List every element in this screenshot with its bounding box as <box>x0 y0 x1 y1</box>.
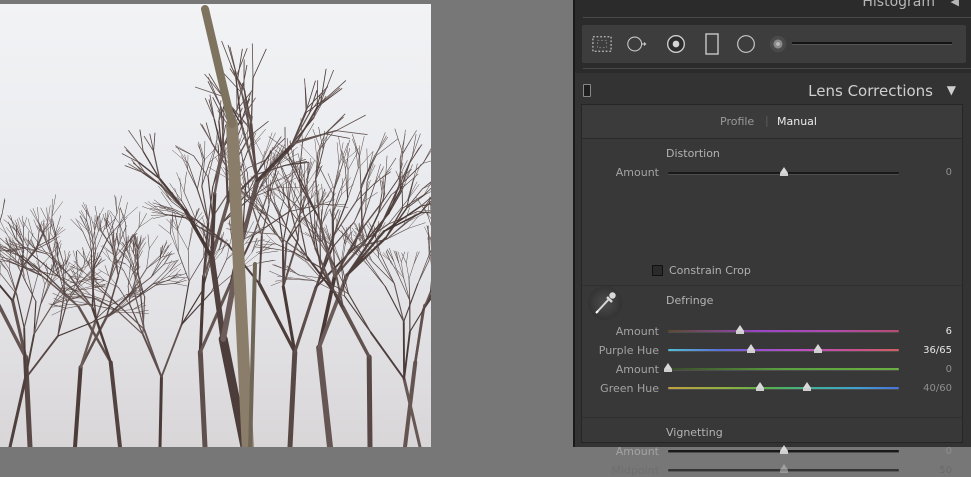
purple-hue-label: Purple Hue <box>588 344 659 357</box>
slider-thumb[interactable] <box>780 464 788 470</box>
triangle-down-icon[interactable]: ▼ <box>947 83 956 97</box>
distortion-amount-slider[interactable] <box>668 172 899 174</box>
slider-thumb-high[interactable] <box>814 344 822 350</box>
lens-corrections-panel: Lens Corrections ▼ Profile | Manual Dist… <box>575 73 971 447</box>
trees-image <box>0 4 431 447</box>
crop-overlay-icon[interactable] <box>592 34 612 54</box>
defringe-heading: Defringe <box>666 294 713 307</box>
green-hue-value[interactable]: 40/60 <box>902 383 952 394</box>
histogram-header[interactable]: Histogram ◀ <box>575 0 971 16</box>
right-panel: Histogram ◀ Lens Corrections ▼ Prof <box>573 0 971 447</box>
green-amount-value[interactable]: 0 <box>902 364 952 375</box>
brush-size-slider[interactable] <box>792 42 952 45</box>
lens-corrections-body: Profile | Manual Distortion Amount 0 Con… <box>581 104 963 443</box>
histogram-title: Histogram <box>862 0 935 10</box>
green-amount-slider[interactable] <box>668 368 899 370</box>
tab-profile[interactable]: Profile <box>720 115 754 128</box>
eyedropper-icon <box>588 286 622 320</box>
slider-thumb[interactable] <box>780 167 788 173</box>
panel-toggle-switch[interactable] <box>583 84 591 97</box>
tab-row: Profile | Manual <box>582 105 962 139</box>
tab-manual[interactable]: Manual <box>777 115 817 128</box>
green-hue-label: Green Hue <box>588 382 659 395</box>
radial-filter-icon[interactable] <box>736 34 756 54</box>
photo-preview[interactable] <box>0 4 431 447</box>
vignetting-midpoint-value[interactable]: 50 <box>902 465 952 476</box>
vignetting-midpoint-slider[interactable] <box>668 469 899 471</box>
distortion-amount-label: Amount <box>588 166 659 179</box>
divider <box>583 68 971 69</box>
vignetting-amount-value[interactable]: 0 <box>902 446 952 457</box>
slider-thumb[interactable] <box>780 445 788 451</box>
green-amount-label: Amount <box>588 363 659 376</box>
purple-amount-value[interactable]: 6 <box>902 326 952 337</box>
slider-thumb[interactable] <box>664 363 672 369</box>
fringe-color-selector[interactable] <box>588 286 622 320</box>
purple-hue-value[interactable]: 36/65 <box>902 345 952 356</box>
purple-amount-slider[interactable] <box>668 330 899 332</box>
vignetting-amount-slider[interactable] <box>668 450 899 452</box>
triangle-left-icon[interactable]: ◀ <box>951 0 959 8</box>
green-hue-slider[interactable] <box>668 387 899 389</box>
tab-separator: | <box>765 114 769 127</box>
constrain-crop-checkbox[interactable] <box>652 265 663 276</box>
graduated-filter-icon[interactable] <box>702 34 722 54</box>
constrain-crop-label[interactable]: Constrain Crop <box>669 264 751 277</box>
vignetting-midpoint-label: Midpoint <box>588 464 659 477</box>
divider <box>583 17 971 18</box>
distortion-heading: Distortion <box>666 147 720 160</box>
adjustment-brush-icon[interactable] <box>768 34 788 54</box>
purple-hue-slider[interactable] <box>668 349 899 351</box>
slider-thumb-low[interactable] <box>747 344 755 350</box>
vignetting-heading: Vignetting <box>666 426 723 439</box>
slider-thumb-high[interactable] <box>803 382 811 388</box>
distortion-amount-value[interactable]: 0 <box>902 167 952 178</box>
slider-thumb[interactable] <box>736 325 744 331</box>
tool-strip <box>582 25 966 63</box>
red-eye-icon[interactable] <box>666 34 686 54</box>
divider <box>582 285 962 286</box>
divider <box>582 417 962 418</box>
spot-removal-icon[interactable] <box>627 34 647 54</box>
purple-amount-label: Amount <box>588 325 659 338</box>
slider-thumb-low[interactable] <box>756 382 764 388</box>
lens-corrections-title[interactable]: Lens Corrections <box>808 82 933 100</box>
